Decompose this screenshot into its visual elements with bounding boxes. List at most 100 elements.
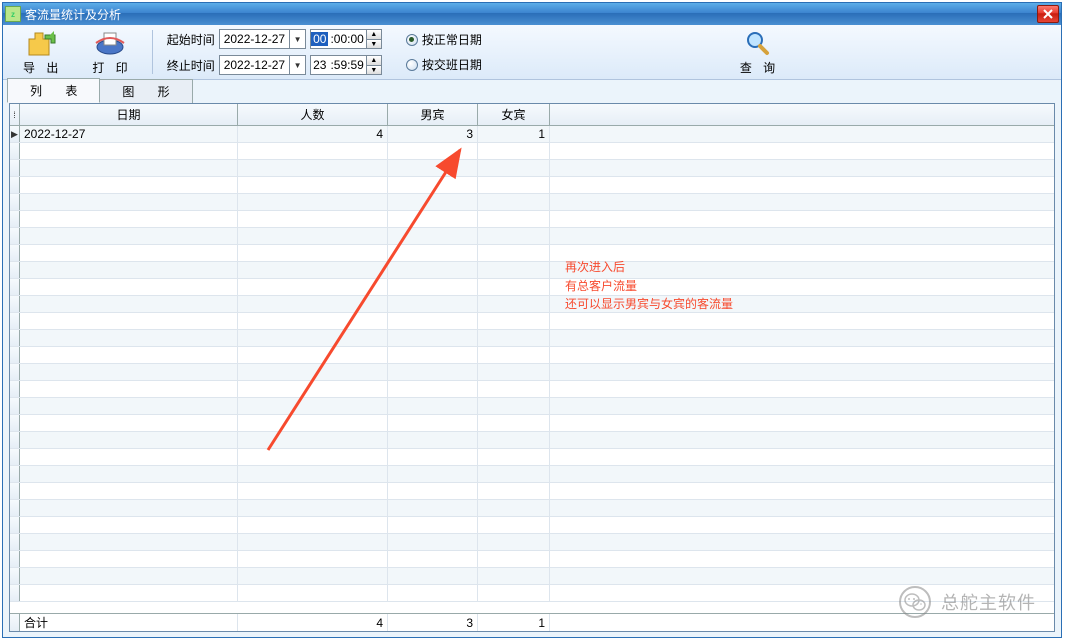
content-panel: ⁞ 日期 人数 男宾 女宾 ▶2022-12-27431 合计 4 3 1 <box>9 103 1055 632</box>
col-female[interactable]: 女宾 <box>478 104 550 125</box>
table-row-empty <box>10 517 1054 534</box>
col-male[interactable]: 男宾 <box>388 104 478 125</box>
row-selector-header: ⁞ <box>10 104 20 125</box>
end-time-row: 终止时间 2022-12-27 23 :59:59 ▲▼ <box>167 55 382 75</box>
start-date-picker[interactable]: 2022-12-27 <box>219 29 306 49</box>
table-row-empty <box>10 466 1054 483</box>
end-time-label: 终止时间 <box>167 57 215 74</box>
export-button[interactable]: 导 出 <box>13 26 68 78</box>
end-date-value: 2022-12-27 <box>220 58 289 72</box>
print-icon <box>94 28 126 58</box>
time-range-block: 起始时间 2022-12-27 00 :00:00 ▲▼ 终止时间 2022-1… <box>167 29 382 75</box>
table-row-empty <box>10 296 1054 313</box>
row-marker: ▶ <box>10 126 20 142</box>
table-row-empty <box>10 432 1054 449</box>
table-row-empty <box>10 177 1054 194</box>
export-icon <box>25 28 57 58</box>
tab-list[interactable]: 列 表 <box>7 78 100 103</box>
grid-body[interactable]: ▶2022-12-27431 <box>10 126 1054 613</box>
print-button[interactable]: 打 印 <box>82 26 137 78</box>
app-icon: z <box>5 6 21 22</box>
start-time-rest: :00:00 <box>328 32 365 46</box>
table-row-empty <box>10 534 1054 551</box>
table-row-empty <box>10 364 1054 381</box>
footer-selector <box>10 614 20 631</box>
table-row-empty <box>10 313 1054 330</box>
table-row-empty <box>10 160 1054 177</box>
table-row-empty <box>10 483 1054 500</box>
radio-shift-date[interactable]: 按交班日期 <box>406 56 482 73</box>
annotation-line2: 有总客户流量 <box>565 277 733 296</box>
cell-date: 2022-12-27 <box>20 126 238 142</box>
toolbar-separator <box>152 30 153 74</box>
footer-female: 1 <box>478 614 550 631</box>
radio-icon <box>406 59 418 71</box>
end-time-rest: :59:59 <box>328 58 365 72</box>
start-time-spinner[interactable]: 00 :00:00 ▲▼ <box>310 29 382 49</box>
footer-count: 4 <box>238 614 388 631</box>
table-row-empty <box>10 262 1054 279</box>
titlebar: z 客流量统计及分析 <box>3 3 1061 25</box>
table-row-empty <box>10 347 1054 364</box>
table-row-empty <box>10 330 1054 347</box>
table-row-empty <box>10 415 1054 432</box>
search-icon <box>742 28 774 58</box>
start-date-value: 2022-12-27 <box>220 32 289 46</box>
cell-female: 1 <box>478 126 550 142</box>
cell-male: 3 <box>388 126 478 142</box>
table-row-empty <box>10 279 1054 296</box>
main-window: z 客流量统计及分析 导 出 打 印 起始时间 2022-12-27 <box>2 2 1062 638</box>
window-title: 客流量统计及分析 <box>25 6 1037 23</box>
radio-shift-label: 按交班日期 <box>422 56 482 73</box>
table-row-empty <box>10 245 1054 262</box>
footer-label: 合计 <box>20 614 238 631</box>
table-row-empty <box>10 585 1054 602</box>
col-count[interactable]: 人数 <box>238 104 388 125</box>
end-date-picker[interactable]: 2022-12-27 <box>219 55 306 75</box>
table-row-empty <box>10 500 1054 517</box>
annotation-line3: 还可以显示男宾与女宾的客流量 <box>565 295 733 314</box>
table-row-empty <box>10 228 1054 245</box>
close-button[interactable] <box>1037 5 1059 23</box>
radio-normal-date[interactable]: 按正常日期 <box>406 31 482 48</box>
end-time-spinner[interactable]: 23 :59:59 ▲▼ <box>310 55 382 75</box>
table-row-empty <box>10 449 1054 466</box>
toolbar: 导 出 打 印 起始时间 2022-12-27 00 :00:00 ▲▼ <box>3 25 1061 80</box>
start-hour-value: 00 <box>311 32 328 46</box>
table-row-empty <box>10 398 1054 415</box>
annotation-line1: 再次进入后 <box>565 258 733 277</box>
wechat-icon <box>899 586 931 618</box>
watermark: 总舵主软件 <box>899 586 1036 618</box>
watermark-text: 总舵主软件 <box>941 589 1036 615</box>
tab-chart[interactable]: 图 形 <box>99 79 192 103</box>
tab-strip: 列 表 图 形 <box>3 80 1061 102</box>
spinner-buttons[interactable]: ▲▼ <box>366 30 381 48</box>
data-grid: ⁞ 日期 人数 男宾 女宾 ▶2022-12-27431 合计 4 3 1 <box>10 104 1054 631</box>
spinner-buttons[interactable]: ▲▼ <box>366 56 381 74</box>
col-date[interactable]: 日期 <box>20 104 238 125</box>
table-row-empty <box>10 211 1054 228</box>
table-row-empty <box>10 551 1054 568</box>
footer-male: 3 <box>388 614 478 631</box>
start-time-label: 起始时间 <box>167 31 215 48</box>
table-row[interactable]: ▶2022-12-27431 <box>10 126 1054 143</box>
start-time-row: 起始时间 2022-12-27 00 :00:00 ▲▼ <box>167 29 382 49</box>
radio-normal-label: 按正常日期 <box>422 31 482 48</box>
grid-footer: 合计 4 3 1 <box>10 613 1054 631</box>
annotation-text: 再次进入后 有总客户流量 还可以显示男宾与女宾的客流量 <box>565 258 733 314</box>
print-label: 打 印 <box>88 59 131 76</box>
table-row-empty <box>10 194 1054 211</box>
grid-header: ⁞ 日期 人数 男宾 女宾 <box>10 104 1054 126</box>
radio-icon <box>406 34 418 46</box>
cell-count: 4 <box>238 126 388 142</box>
table-row-empty <box>10 568 1054 585</box>
chevron-down-icon <box>289 30 305 48</box>
chevron-down-icon <box>289 56 305 74</box>
table-row-empty <box>10 381 1054 398</box>
date-mode-radios: 按正常日期 按交班日期 <box>406 31 482 73</box>
close-icon <box>1043 9 1053 19</box>
query-label: 查 询 <box>736 59 779 76</box>
query-button[interactable]: 查 询 <box>730 26 785 78</box>
table-row-empty <box>10 143 1054 160</box>
end-hour-value: 23 <box>311 58 328 72</box>
